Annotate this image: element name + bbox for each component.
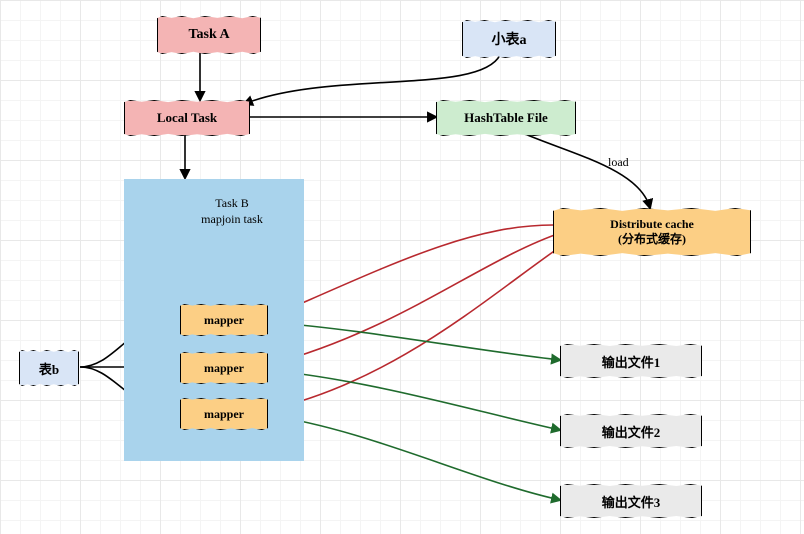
- edge-mapper2-out2: [267, 370, 560, 430]
- node-hashtable: HashTable File: [436, 100, 576, 136]
- node-out1-label: 输出文件1: [602, 352, 661, 371]
- edge-cache-mapper3: [268, 238, 573, 410]
- node-taskA: Task A: [157, 16, 261, 54]
- node-out2: 输出文件2: [560, 414, 702, 448]
- node-small-table-label: 小表a: [492, 29, 527, 49]
- edge-mapper3-out3: [267, 415, 560, 500]
- node-mapper1-label: mapper: [204, 313, 244, 328]
- edges-layer: [0, 0, 804, 534]
- node-tableB: 表b: [19, 350, 79, 386]
- node-dist-cache: Distribute cache (分布式缓存): [553, 208, 751, 256]
- node-mapper2: mapper: [180, 352, 268, 384]
- node-mapper3-label: mapper: [204, 407, 244, 422]
- edge-smallTable-localTask: [244, 55, 500, 104]
- edge-cache-mapper1: [268, 225, 553, 318]
- node-small-table: 小表a: [462, 20, 556, 58]
- node-tableB-label: 表b: [39, 359, 59, 378]
- node-local-task: Local Task: [124, 100, 250, 136]
- node-taskB-label: Task B mapjoin task: [172, 196, 292, 227]
- node-out3: 输出文件3: [560, 484, 702, 518]
- node-out1: 输出文件1: [560, 344, 702, 378]
- node-out3-label: 输出文件3: [602, 492, 661, 511]
- edge-label-load: load: [608, 155, 629, 170]
- node-mapper3: mapper: [180, 398, 268, 430]
- edge-mapper1-out1: [267, 322, 560, 360]
- node-dist-cache-label: Distribute cache (分布式缓存): [610, 217, 694, 247]
- node-mapper1: mapper: [180, 304, 268, 336]
- node-taskA-label: Task A: [188, 27, 229, 43]
- node-local-task-label: Local Task: [157, 110, 217, 126]
- edge-hashTable-distCache: [525, 134, 650, 208]
- node-mapper2-label: mapper: [204, 361, 244, 376]
- node-out2-label: 输出文件2: [602, 422, 661, 441]
- node-hashtable-label: HashTable File: [464, 110, 548, 126]
